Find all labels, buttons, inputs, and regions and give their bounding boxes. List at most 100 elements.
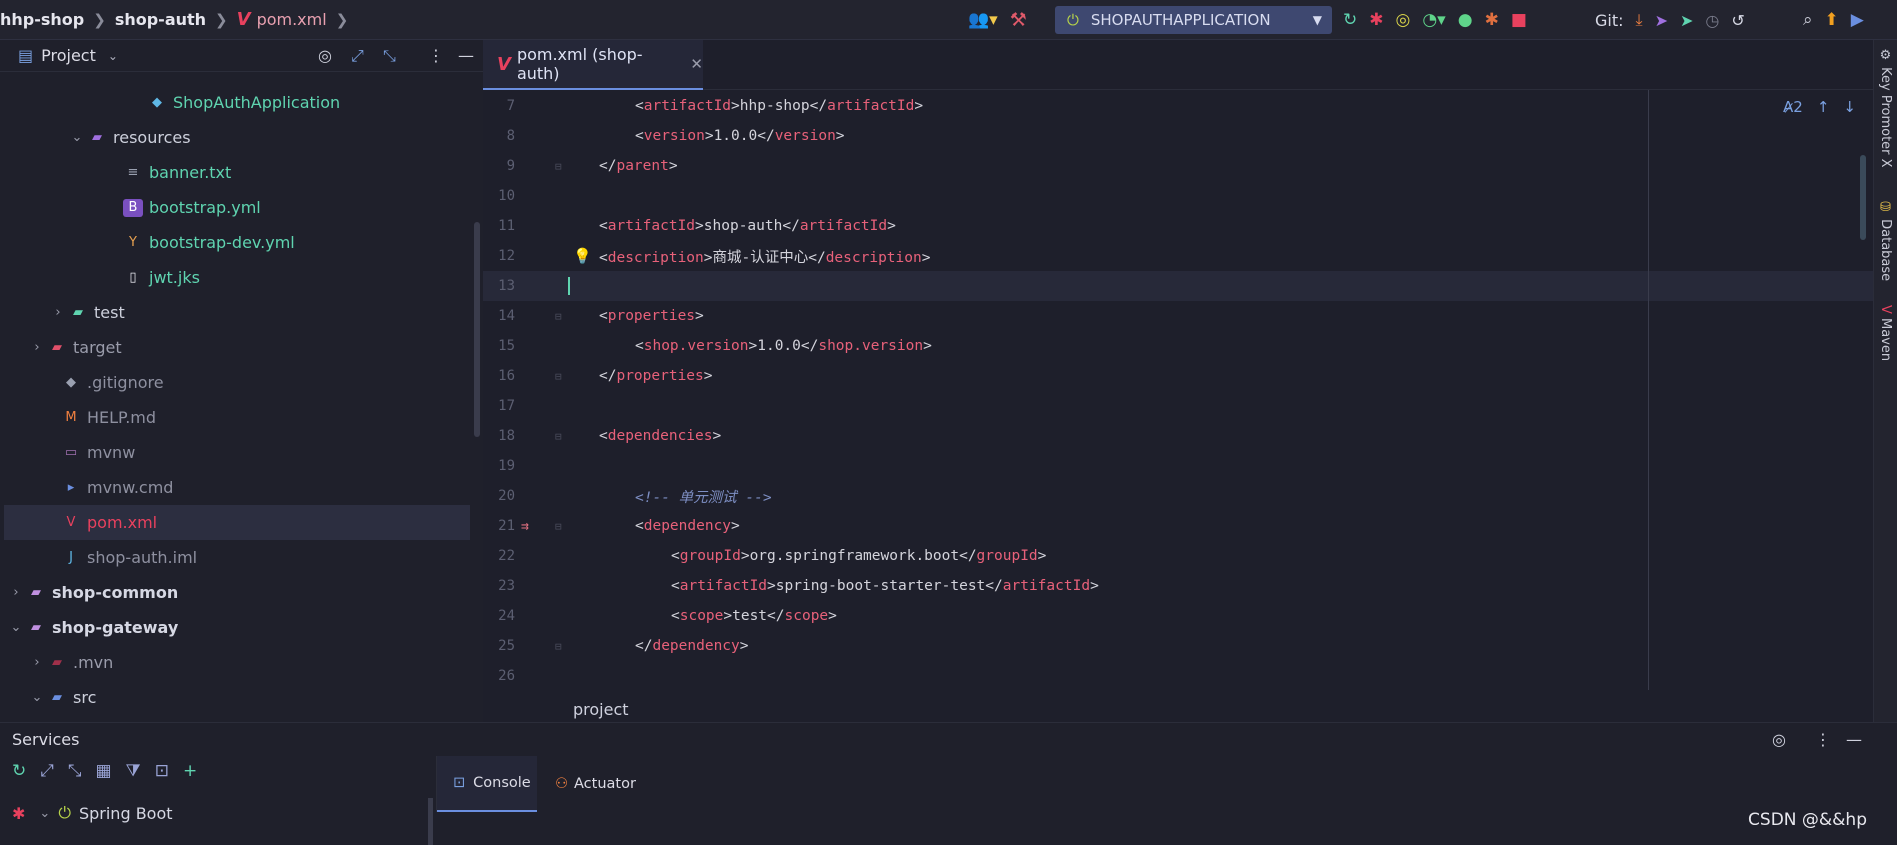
- tab-pom-xml[interactable]: V pom.xml (shop-auth) ✕: [483, 40, 703, 90]
- update-icon[interactable]: ⬆: [1825, 10, 1839, 30]
- chevron-right-icon[interactable]: ›: [27, 655, 47, 670]
- git-update-icon[interactable]: ⤓: [1636, 10, 1643, 30]
- tree-item[interactable]: › ▰ target: [27, 330, 121, 365]
- editor-scrollbar[interactable]: [1860, 155, 1866, 240]
- collapse-all-icon[interactable]: ⤡: [68, 761, 82, 781]
- code-line[interactable]: 25 </dependency> ⊟: [483, 631, 1873, 661]
- breadcrumb-file[interactable]: pom.xml: [257, 10, 327, 29]
- tree-item[interactable]: › ▰ test: [48, 295, 124, 330]
- code-line[interactable]: 26: [483, 661, 1873, 691]
- jrebel-run-icon[interactable]: ●: [1458, 10, 1473, 30]
- tree-item[interactable]: ▭ mvnw: [41, 435, 135, 470]
- code-line[interactable]: 8 <version>1.0.0</version>: [483, 121, 1873, 151]
- database-tab[interactable]: ⛁ Database: [1878, 200, 1893, 281]
- tree-item[interactable]: Ybootstrap-dev.yml: [103, 225, 295, 260]
- rollback-icon[interactable]: ↺: [1731, 11, 1744, 30]
- dependency-gutter-icon[interactable]: ⇉: [521, 519, 529, 534]
- jrebel-debug-icon[interactable]: ✱: [1485, 10, 1499, 30]
- services-divider[interactable]: [428, 798, 433, 845]
- code-line[interactable]: 24 <scope>test</scope>: [483, 601, 1873, 631]
- locate-icon[interactable]: ◎: [318, 46, 332, 65]
- services-tree-item[interactable]: ✱ ⌄ ⏻ Spring Boot: [12, 803, 173, 823]
- code-line[interactable]: 13: [483, 271, 1873, 301]
- tree-item[interactable]: ◆ .gitignore: [41, 365, 164, 400]
- fold-marker-icon[interactable]: ⊟: [555, 310, 562, 323]
- search-icon[interactable]: ⌕: [1803, 10, 1813, 30]
- arrow-down-icon[interactable]: ↓: [1843, 98, 1856, 116]
- close-icon[interactable]: ✕: [690, 55, 703, 73]
- maven-tab[interactable]: V Maven: [1878, 305, 1893, 361]
- rerun-icon[interactable]: ↻: [1343, 10, 1357, 30]
- tree-item[interactable]: › ▰ .mvn: [27, 645, 113, 680]
- breadcrumb-module[interactable]: shop-auth: [115, 10, 206, 29]
- inspection-widget[interactable]: A̷2 ↑ ↓: [1783, 98, 1856, 116]
- tab-actuator[interactable]: ⚇ Actuator: [555, 756, 636, 812]
- git-commit-icon[interactable]: ➤: [1655, 11, 1668, 30]
- options-icon[interactable]: ⋮: [1815, 730, 1831, 749]
- code-line[interactable]: 16 </properties> ⊟: [483, 361, 1873, 391]
- hammer-icon[interactable]: ⚒: [1010, 9, 1027, 31]
- code-with-me-icon[interactable]: ▶: [1851, 10, 1864, 30]
- tree-item[interactable]: ◆ ShopAuthApplication: [127, 85, 340, 120]
- refresh-icon[interactable]: ↻: [12, 761, 26, 781]
- tree-item[interactable]: M HELP.md: [41, 400, 156, 435]
- hide-icon[interactable]: —: [458, 46, 474, 65]
- code-line[interactable]: 10: [483, 181, 1873, 211]
- lightbulb-icon[interactable]: 💡: [573, 247, 592, 265]
- stop-icon[interactable]: ■: [1511, 10, 1527, 30]
- history-icon[interactable]: ◷: [1705, 11, 1719, 30]
- coverage-icon[interactable]: ◎: [1396, 10, 1411, 30]
- tree-item[interactable]: Jshop-auth.iml: [41, 540, 197, 575]
- tree-item[interactable]: › ▰ shop-common: [6, 575, 178, 610]
- users-icon[interactable]: 👥▾: [968, 10, 998, 30]
- git-push-icon[interactable]: ➤: [1680, 11, 1693, 30]
- tree-item[interactable]: Vpom.xml: [4, 505, 470, 540]
- code-line[interactable]: 22 <groupId>org.springframework.boot</gro…: [483, 541, 1873, 571]
- code-line[interactable]: 7 <artifactId>hhp-shop</artifactId>: [483, 91, 1873, 121]
- add-service-icon[interactable]: +: [183, 761, 197, 781]
- chevron-right-icon[interactable]: ›: [110, 73, 130, 75]
- hide-icon[interactable]: —: [1846, 730, 1862, 749]
- chevron-down-icon[interactable]: ⌄: [67, 130, 87, 145]
- chevron-down-icon[interactable]: ⌄: [27, 690, 47, 705]
- tree-item[interactable]: Bbootstrap.yml: [103, 190, 261, 225]
- debug-icon[interactable]: ✱: [1369, 10, 1383, 30]
- code-line[interactable]: 18 <dependencies> ⊟: [483, 421, 1873, 451]
- code-line[interactable]: 14 <properties> ⊟: [483, 301, 1873, 331]
- code-line[interactable]: 17: [483, 391, 1873, 421]
- fold-marker-icon[interactable]: ⊟: [555, 520, 562, 533]
- code-line[interactable]: 23 <artifactId>spring-boot-starter-test</…: [483, 571, 1873, 601]
- chevron-right-icon[interactable]: ›: [48, 305, 68, 320]
- code-line[interactable]: 12 <description>商城-认证中心</description> 💡: [483, 241, 1873, 271]
- code-line[interactable]: 15 <shop.version>1.0.0</shop.version>: [483, 331, 1873, 361]
- code-line[interactable]: 9 </parent> ⊟: [483, 151, 1873, 181]
- project-panel-title[interactable]: Project: [41, 46, 96, 65]
- chevron-right-icon[interactable]: ›: [6, 585, 26, 600]
- tree-item[interactable]: ⌄ ▰ shop-gateway: [6, 610, 179, 645]
- run-config-select[interactable]: ⏻ SHOPAUTHAPPLICATION ▼: [1055, 6, 1332, 34]
- tree-item[interactable]: ▸ mvnw.cmd: [41, 470, 174, 505]
- filter-icon[interactable]: ⧩: [126, 761, 141, 781]
- tree-item[interactable]: ⌄ ▰ resources: [67, 120, 191, 155]
- code-line[interactable]: 11 <artifactId>shop-auth</artifactId>: [483, 211, 1873, 241]
- tree-item[interactable]: ›▰ vo: [110, 73, 175, 85]
- expand-all-icon[interactable]: ⤢: [351, 46, 364, 66]
- tree-scrollbar[interactable]: [474, 222, 480, 437]
- expand-all-icon[interactable]: ⤢: [40, 761, 54, 781]
- tree-item[interactable]: ▯ jwt.jks: [103, 260, 200, 295]
- chevron-down-icon[interactable]: ⌄: [6, 620, 26, 635]
- tree-item[interactable]: ≡ banner.txt: [103, 155, 232, 190]
- fold-marker-icon[interactable]: ⊟: [555, 640, 562, 653]
- fold-marker-icon[interactable]: ⊟: [555, 370, 562, 383]
- collapse-all-icon[interactable]: ⤡: [383, 46, 396, 66]
- xml-breadcrumb[interactable]: project: [573, 700, 629, 719]
- tree-item[interactable]: ⌄ ▰ src: [27, 680, 97, 715]
- chevron-down-icon[interactable]: ⌄: [108, 49, 118, 63]
- arrow-up-icon[interactable]: ↑: [1817, 98, 1830, 116]
- code-line[interactable]: 19: [483, 451, 1873, 481]
- fold-marker-icon[interactable]: ⊟: [555, 430, 562, 443]
- fold-marker-icon[interactable]: ⊟: [555, 160, 562, 173]
- locate-icon[interactable]: ◎: [1772, 730, 1786, 749]
- code-line[interactable]: 21 <dependency> ⇉ ⊟: [483, 511, 1873, 541]
- new-tab-icon[interactable]: ⊡: [155, 761, 169, 781]
